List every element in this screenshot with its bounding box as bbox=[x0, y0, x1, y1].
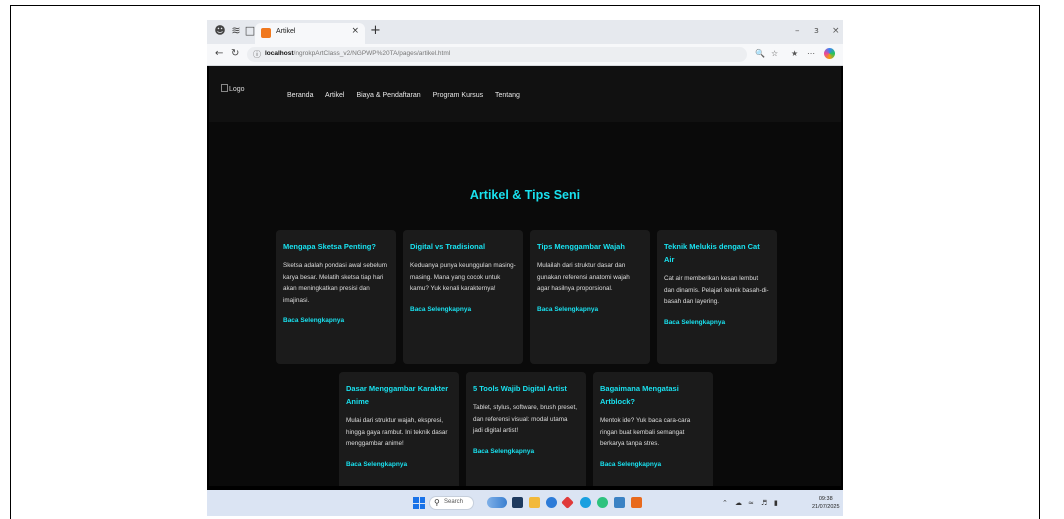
new-tab-button[interactable]: + bbox=[370, 23, 381, 38]
article-card: Mengapa Sketsa Penting? Sketsa adalah po… bbox=[276, 230, 396, 364]
task-view-icon[interactable] bbox=[512, 497, 523, 508]
tab-artikel[interactable]: Artikel × bbox=[255, 23, 365, 44]
site-header: Logo Beranda Artikel Biaya & Pendaftaran… bbox=[209, 66, 841, 122]
read-more-link[interactable]: Baca Selengkapnya bbox=[346, 461, 452, 468]
article-title: 5 Tools Wajib Digital Artist bbox=[473, 384, 567, 393]
article-excerpt: Tablet, stylus, software, brush preset, … bbox=[473, 404, 577, 434]
article-title: Digital vs Tradisional bbox=[410, 242, 486, 251]
taskbar-clock[interactable]: 09:38 21/07/2025 bbox=[812, 495, 840, 511]
address-bar: ← ↻ ⓘ localhost/ngrokpArtClass_v2/NGPWP%… bbox=[207, 44, 843, 66]
clock-time: 09:38 bbox=[818, 496, 833, 502]
url-field[interactable]: ⓘ localhost/ngrokpArtClass_v2/NGPWP%20TA… bbox=[247, 47, 747, 62]
nav-item-biaya-pendaftaran[interactable]: Biaya & Pendaftaran bbox=[356, 92, 420, 99]
copilot-app-icon[interactable] bbox=[597, 497, 608, 508]
zoom-icon[interactable]: 🔍 bbox=[755, 49, 765, 58]
workspaces-icon[interactable]: ≋ bbox=[229, 24, 243, 38]
article-excerpt: Mulailah dari struktur dasar dan gunakan… bbox=[537, 262, 630, 292]
sublime-icon[interactable] bbox=[631, 497, 642, 508]
close-window-icon[interactable]: × bbox=[832, 26, 840, 36]
nav-item-beranda[interactable]: Beranda bbox=[287, 92, 313, 99]
url-text: localhost/ngrokpArtClass_v2/NGPWP%20TA/p… bbox=[265, 50, 450, 57]
windows-start-icon[interactable] bbox=[413, 497, 425, 509]
web-page: Logo Beranda Artikel Biaya & Pendaftaran… bbox=[209, 66, 841, 507]
minimize-icon[interactable]: – bbox=[795, 26, 800, 36]
restore-icon[interactable]: ɜ bbox=[814, 26, 819, 36]
volume-icon[interactable]: ♬ bbox=[761, 499, 767, 507]
file-explorer-icon[interactable] bbox=[529, 497, 540, 508]
article-card: Digital vs Tradisional Keduanya punya ke… bbox=[403, 230, 523, 364]
nav-item-artikel[interactable]: Artikel bbox=[325, 92, 344, 99]
article-excerpt: Mulai dari struktur wajah, ekspresi, hin… bbox=[346, 417, 448, 447]
browser-tab-bar: ☻ ≋ □ Artikel × + – ɜ × bbox=[207, 20, 843, 44]
article-title: Bagaimana Mengatasi Artblock? bbox=[600, 384, 679, 406]
article-card: Teknik Melukis dengan Cat Air Cat air me… bbox=[657, 230, 777, 364]
wifi-icon[interactable]: ≈ bbox=[748, 499, 754, 507]
favorites-icon[interactable]: ★ bbox=[791, 49, 798, 58]
article-title: Teknik Melukis dengan Cat Air bbox=[664, 242, 760, 264]
search-icon: ⚲ bbox=[434, 498, 440, 507]
close-tab-icon[interactable]: × bbox=[351, 26, 359, 36]
clock-date: 21/07/2025 bbox=[812, 504, 840, 510]
edge-icon[interactable] bbox=[580, 497, 591, 508]
article-excerpt: Sketsa adalah pondasi awal sebelum karya… bbox=[283, 262, 387, 304]
site-info-icon[interactable]: ⓘ bbox=[253, 49, 261, 60]
battery-icon[interactable]: ▮ bbox=[774, 499, 778, 507]
html-favicon-icon bbox=[261, 28, 271, 38]
article-title: Tips Menggambar Wajah bbox=[537, 242, 625, 251]
url-path: /ngrokpArtClass_v2/NGPWP%20TA/pages/arti… bbox=[293, 50, 451, 57]
nav-item-program-kursus[interactable]: Program Kursus bbox=[433, 92, 484, 99]
read-more-link[interactable]: Baca Selengkapnya bbox=[537, 306, 643, 313]
article-card: Tips Menggambar Wajah Mulailah dari stru… bbox=[530, 230, 650, 364]
read-more-link[interactable]: Baca Selengkapnya bbox=[664, 319, 770, 326]
read-more-link[interactable]: Baca Selengkapnya bbox=[410, 306, 516, 313]
app-red-icon[interactable] bbox=[561, 496, 574, 509]
refresh-icon[interactable]: ↻ bbox=[231, 48, 239, 59]
taskbar-search[interactable]: ⚲ Search bbox=[429, 496, 474, 510]
read-more-link[interactable]: Baca Selengkapnya bbox=[283, 317, 389, 324]
onedrive-icon[interactable]: ☁ bbox=[735, 499, 742, 507]
widgets-icon[interactable] bbox=[487, 497, 507, 508]
more-menu-icon[interactable]: ⋯ bbox=[807, 49, 815, 58]
logo-image[interactable]: Logo bbox=[221, 84, 245, 93]
vscode-icon[interactable] bbox=[614, 497, 625, 508]
taskbar: ⚲ Search ⌃ ☁ ≈ ♬ ▮ 09:38 21/07/2025 bbox=[207, 490, 843, 516]
nav-item-tentang[interactable]: Tentang bbox=[495, 92, 520, 99]
search-placeholder: Search bbox=[444, 499, 464, 505]
article-excerpt: Cat air memberikan kesan lembut dan dina… bbox=[664, 275, 769, 305]
url-host: localhost bbox=[265, 50, 294, 57]
page-title: Artikel & Tips Seni bbox=[469, 188, 581, 202]
tray-chevron-icon[interactable]: ⌃ bbox=[722, 499, 728, 507]
article-excerpt: Keduanya punya keunggulan masing-masing.… bbox=[410, 262, 516, 292]
tab-title: Artikel bbox=[276, 28, 296, 35]
profile-icon[interactable]: ☻ bbox=[213, 24, 227, 38]
main-nav: Beranda Artikel Biaya & Pendaftaran Prog… bbox=[287, 92, 530, 99]
read-more-link[interactable]: Baca Selengkapnya bbox=[600, 461, 706, 468]
back-icon[interactable]: ← bbox=[215, 48, 223, 59]
article-title: Mengapa Sketsa Penting? bbox=[283, 242, 376, 251]
chrome-icon[interactable] bbox=[546, 497, 557, 508]
article-excerpt: Mentok ide? Yuk baca cara-cara ringan bu… bbox=[600, 417, 691, 447]
favorite-star-icon[interactable]: ☆ bbox=[771, 49, 778, 58]
article-title: Dasar Menggambar Karakter Anime bbox=[346, 384, 449, 406]
read-more-link[interactable]: Baca Selengkapnya bbox=[473, 448, 579, 455]
desktop-screen: ☻ ≋ □ Artikel × + – ɜ × ← ↻ ⓘ localhost/… bbox=[207, 20, 843, 516]
copilot-icon[interactable] bbox=[824, 48, 835, 59]
